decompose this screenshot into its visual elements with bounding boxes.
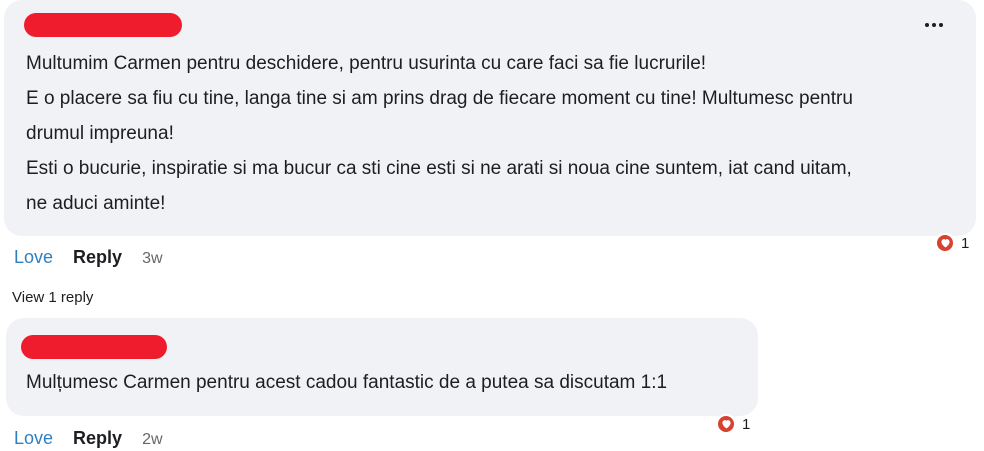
heart-icon	[935, 233, 955, 253]
reply-button[interactable]: Reply	[73, 428, 122, 449]
comment-line: ne aduci aminte!	[26, 193, 166, 214]
comment-bubble: Multumim Carmen pentru deschidere, pentr…	[4, 0, 976, 236]
reaction-summary[interactable]: 1	[935, 233, 969, 253]
comment-timestamp[interactable]: 3w	[142, 250, 162, 268]
reaction-count: 1	[742, 415, 751, 433]
view-replies-link[interactable]: View 1 reply	[12, 289, 93, 306]
author-name-redacted[interactable]	[24, 13, 182, 37]
comment-timestamp[interactable]: 2w	[142, 431, 162, 449]
heart-icon	[716, 414, 736, 434]
comment-line: Mulțumesc Carmen pentru acest cadou fant…	[26, 372, 668, 393]
comment-text: Mulțumesc Carmen pentru acest cadou fant…	[26, 365, 746, 400]
comment-actions: Love Reply 2w	[14, 428, 163, 449]
comment-thread: Multumim Carmen pentru deschidere, pentr…	[0, 0, 984, 451]
comment-line: drumul impreuna!	[26, 123, 174, 144]
comment-line: Esti o bucurie, inspiratie si ma bucur c…	[26, 158, 852, 179]
more-options-icon	[925, 23, 929, 27]
reply-button[interactable]: Reply	[73, 247, 122, 268]
love-button[interactable]: Love	[14, 247, 53, 268]
more-options-button[interactable]	[920, 14, 948, 36]
love-button[interactable]: Love	[14, 428, 53, 449]
comment-text: Multumim Carmen pentru deschidere, pentr…	[26, 46, 961, 221]
reaction-summary[interactable]: 1	[716, 414, 750, 434]
comment-actions: Love Reply 3w	[14, 247, 163, 268]
comment-bubble: Mulțumesc Carmen pentru acest cadou fant…	[6, 318, 758, 416]
author-name-redacted[interactable]	[21, 335, 167, 359]
comment-line: Multumim Carmen pentru deschidere, pentr…	[26, 53, 707, 74]
reaction-count: 1	[961, 234, 970, 252]
comment-line: E o placere sa fiu cu tine, langa tine s…	[26, 88, 853, 109]
